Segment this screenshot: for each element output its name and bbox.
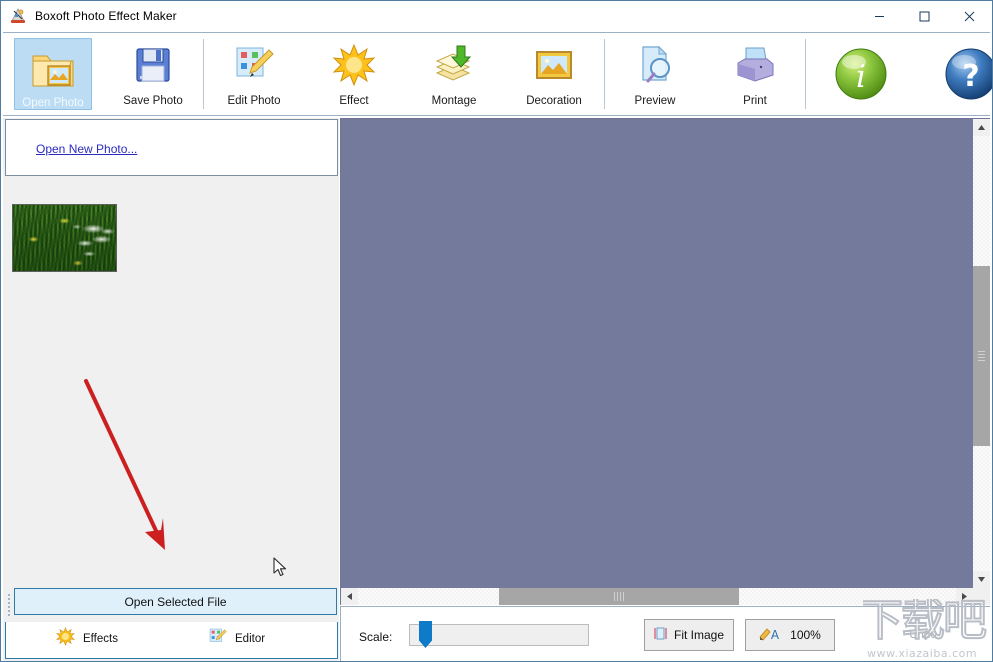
scroll-up-button[interactable] — [973, 119, 990, 136]
easel-icon — [9, 7, 27, 25]
scroll-left-button[interactable] — [341, 588, 358, 605]
horizontal-scrollbar[interactable] — [341, 588, 990, 605]
toolbar-button-help[interactable]: ? — [916, 33, 993, 115]
toolbar-button-decoration[interactable]: Decoration — [504, 33, 604, 115]
toolbar-label-save-photo: Save Photo — [123, 95, 182, 107]
close-button[interactable] — [947, 1, 992, 31]
scale-label: Scale: — [359, 630, 392, 644]
maximize-button[interactable] — [902, 1, 947, 31]
toolbar-button-open-photo[interactable]: Open Photo — [14, 38, 92, 110]
toolbar-button-print[interactable]: Print — [705, 33, 805, 115]
quick-action-label-editor: Editor — [235, 633, 265, 645]
quick-action-label-effects: Effects — [83, 633, 118, 645]
layers-download-icon — [431, 41, 477, 89]
actual-size-icon: A — [759, 627, 783, 644]
minimize-button[interactable] — [857, 1, 902, 31]
toolbar-button-save-photo[interactable]: Save Photo — [103, 33, 203, 115]
undo-button[interactable]: Undo — [887, 619, 959, 651]
printer-icon — [732, 41, 778, 89]
scroll-down-button[interactable] — [973, 571, 990, 588]
toolbar-label-preview: Preview — [635, 95, 676, 107]
toolbar-label-print: Print — [743, 95, 767, 107]
scale-slider[interactable] — [409, 624, 589, 646]
title-bar: Boxoft Photo Effect Maker — [1, 1, 992, 31]
scroll-right-button[interactable] — [956, 588, 973, 605]
main-toolbar: Open Photo Save Photo — [3, 32, 990, 116]
toolbar-group-file: Open Photo Save Photo — [3, 33, 203, 115]
floppy-disk-icon — [131, 41, 175, 89]
vertical-scrollbar[interactable] — [973, 119, 990, 588]
open-folder-photo-icon — [30, 47, 76, 91]
fit-image-label: Fit Image — [674, 628, 724, 642]
palette-pencil-icon — [231, 41, 277, 89]
page-magnifier-icon — [633, 41, 677, 89]
application-window: Boxoft Photo Effect Maker — [0, 0, 993, 662]
grass-and-daisies-photo — [13, 205, 116, 271]
quick-action-effects[interactable]: Effects — [56, 627, 208, 651]
left-sidebar: Open New Photo... Open Selected File — [3, 118, 339, 661]
thumbnail-item[interactable] — [12, 204, 117, 272]
quick-action-editor[interactable]: Editor — [208, 627, 360, 651]
info-icon: i — [833, 50, 889, 98]
zoom-100-label: 100% — [790, 628, 821, 642]
toolbar-button-preview[interactable]: Preview — [605, 33, 705, 115]
horizontal-scroll-track[interactable] — [358, 588, 956, 605]
toolbar-button-about[interactable]: i — [806, 33, 916, 115]
svg-text:?: ? — [962, 59, 979, 94]
toolbar-label-edit-photo: Edit Photo — [227, 95, 280, 107]
svg-text:i: i — [856, 59, 866, 95]
zoom-100-button[interactable]: A 100% — [745, 619, 835, 651]
vertical-scroll-track[interactable] — [973, 136, 990, 571]
thumbnail-list[interactable] — [5, 179, 338, 591]
toolbar-label-effect: Effect — [339, 95, 368, 107]
toolbar-group-edit: Edit Photo Effect — [204, 33, 604, 115]
window-controls — [857, 1, 992, 31]
fit-image-icon — [654, 627, 667, 643]
toolbar-button-edit-photo[interactable]: Edit Photo — [204, 33, 304, 115]
open-selected-file-button[interactable]: Open Selected File — [14, 588, 337, 615]
toolbar-label-montage: Montage — [432, 95, 477, 107]
vertical-scroll-thumb[interactable] — [973, 266, 990, 446]
image-canvas[interactable] — [340, 118, 990, 605]
help-question-icon: ? — [943, 50, 993, 98]
toolbar-button-montage[interactable]: Montage — [404, 33, 504, 115]
fit-image-button[interactable]: Fit Image — [644, 619, 734, 651]
framed-picture-icon — [532, 41, 576, 89]
toolbar-group-help: i — [806, 33, 993, 115]
palette-pencil-icon — [208, 627, 227, 651]
bottom-status-bar: Scale: Fit Image A 100% Undo — [340, 606, 990, 661]
toolbar-group-output: Preview Print — [605, 33, 805, 115]
sun-icon — [332, 41, 376, 89]
svg-text:A: A — [771, 628, 780, 641]
toolbar-label-open-photo: Open Photo — [22, 97, 83, 109]
toolbar-button-effect[interactable]: Effect — [304, 33, 404, 115]
open-selected-file-row: Open Selected File — [5, 587, 338, 621]
scrollbar-corner — [973, 588, 990, 605]
window-title: Boxoft Photo Effect Maker — [35, 9, 177, 23]
open-new-photo-link[interactable]: Open New Photo... — [36, 142, 137, 156]
quick-actions-panel: Effects Editor — [5, 622, 338, 659]
toolbar-label-decoration: Decoration — [526, 95, 582, 107]
horizontal-scroll-thumb[interactable] — [499, 588, 739, 605]
splitter-grip[interactable] — [6, 592, 13, 616]
open-new-photo-panel: Open New Photo... — [5, 119, 338, 176]
sun-icon — [56, 627, 75, 651]
